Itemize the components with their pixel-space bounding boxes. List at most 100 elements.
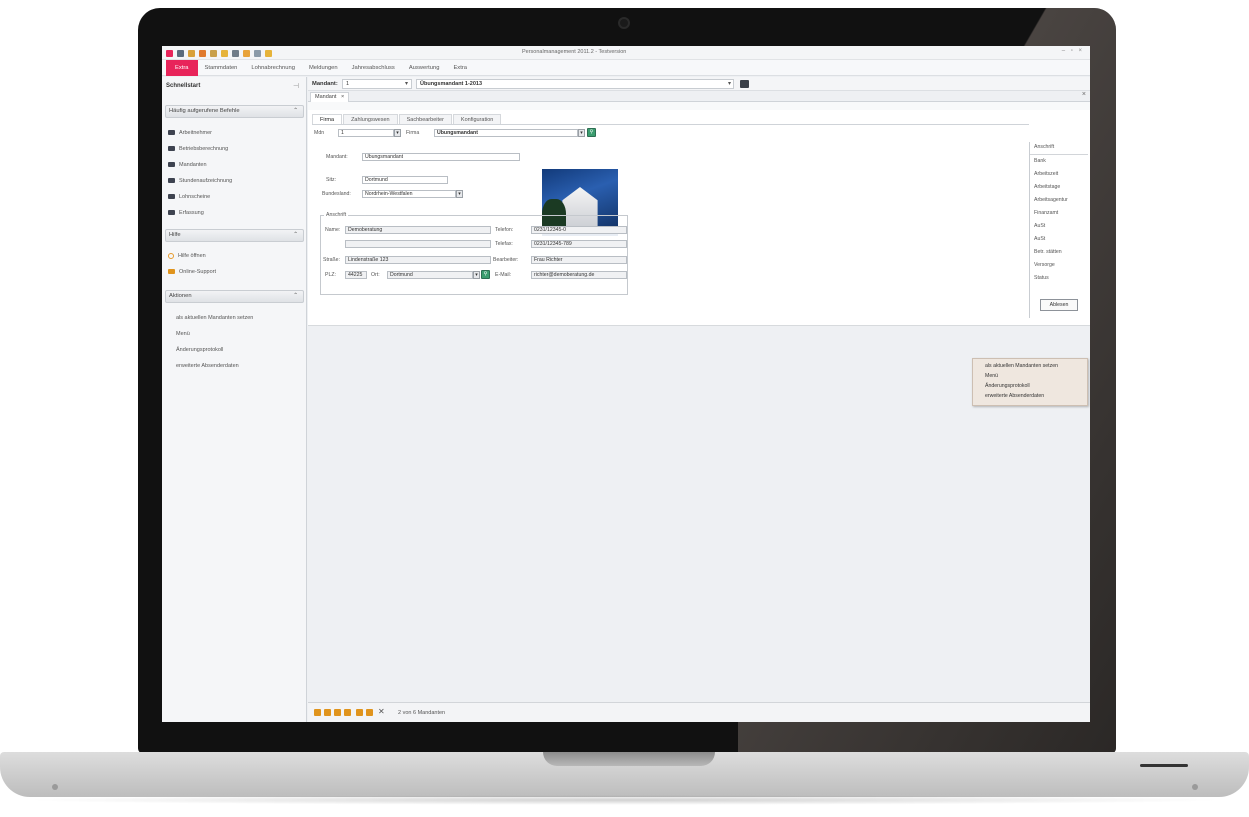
user-icon[interactable]: [177, 49, 184, 57]
print-icon[interactable]: [232, 49, 239, 57]
sidebar-group-frequent[interactable]: Häufig aufgerufene Befehle ⌃: [165, 105, 304, 118]
mandant-number-select[interactable]: 1: [342, 79, 412, 89]
mandant-field[interactable]: Übungsmandant: [362, 153, 520, 161]
sidebar-action-changelog[interactable]: Änderungsprotokoll: [176, 345, 304, 356]
edit-icon[interactable]: [210, 49, 217, 57]
tab-close-icon[interactable]: ×: [341, 94, 344, 100]
chevron-down-icon[interactable]: ▾: [456, 190, 463, 198]
sidebar-group-help[interactable]: Hilfe ⌃: [165, 229, 304, 242]
app-icon[interactable]: [166, 49, 173, 57]
telefax-field[interactable]: 0231/12345-789: [531, 240, 627, 248]
sidebar-item-lohnscheine[interactable]: Lohnscheine: [168, 192, 303, 203]
name2-field[interactable]: [345, 240, 491, 248]
section-item-arbeitszeit[interactable]: Arbeitszeit: [1034, 169, 1058, 180]
ablesen-button[interactable]: Ablesen: [1040, 299, 1078, 311]
tab-firma[interactable]: Firma: [312, 114, 343, 124]
window-controls[interactable]: – ▫ ×: [1062, 48, 1084, 54]
menu-meldungen[interactable]: Meldungen: [302, 60, 345, 76]
context-item-sender-data[interactable]: erweiterte Absenderdaten: [985, 391, 1044, 401]
sidebar-item-erfassung[interactable]: Erfassung: [168, 208, 303, 219]
tab-konfiguration[interactable]: Konfiguration: [452, 114, 502, 124]
bearbeiter-field[interactable]: Frau Richter: [531, 256, 627, 264]
context-item-menu[interactable]: Menü: [985, 371, 998, 381]
add-record-icon[interactable]: [356, 709, 363, 716]
ort-select[interactable]: Dortmund: [387, 271, 473, 279]
telefon-field[interactable]: 0231/12345-0: [531, 226, 627, 234]
context-item-set-current[interactable]: als aktuellen Mandanten setzen: [985, 361, 1058, 371]
first-record-icon[interactable]: [314, 709, 321, 716]
folder-icon: [168, 178, 175, 184]
menu-jahresabschluss[interactable]: Jahresabschluss: [345, 60, 402, 76]
email-label: E-Mail:: [495, 272, 512, 278]
tab-zahlungswesen[interactable]: Zahlungswesen: [343, 114, 398, 124]
menu-lohnabrechnung[interactable]: Lohnabrechnung: [244, 60, 302, 76]
save-record-icon[interactable]: [366, 709, 373, 716]
chevron-down-icon[interactable]: ▾: [728, 80, 731, 87]
sidebar-item-label: Stundenaufzeichnung: [179, 178, 233, 184]
context-menu: als aktuellen Mandanten setzen Menü Ände…: [972, 358, 1088, 406]
section-item-arbeitsagentur[interactable]: Arbeitsagentur: [1034, 195, 1068, 206]
redo-icon[interactable]: [254, 49, 261, 57]
tab-mandant[interactable]: Mandant ×: [310, 92, 350, 102]
chevron-down-icon[interactable]: ▾: [405, 80, 408, 87]
mandant-toolbar: Mandant: 1 ▾ Übungsmandant 1-2013 ▾: [308, 77, 1090, 91]
section-item-status[interactable]: Status: [1034, 273, 1049, 284]
email-field[interactable]: richter@demoberatung.de: [531, 271, 627, 279]
plz-field[interactable]: 44225: [345, 271, 367, 279]
tab-sachbearbeiter[interactable]: Sachbearbeiter: [398, 114, 452, 124]
name-field[interactable]: Demoberatung: [345, 226, 491, 234]
menu-extra-2[interactable]: Extra: [446, 60, 474, 76]
menu-auswertung[interactable]: Auswertung: [402, 60, 447, 76]
next-record-icon[interactable]: [334, 709, 341, 716]
bundesland-select[interactable]: Nordrhein-Westfalen: [362, 190, 456, 198]
undo-icon[interactable]: [243, 49, 250, 57]
search-button[interactable]: ⚲: [481, 270, 490, 279]
strasse-field[interactable]: Lindenstraße 123: [345, 256, 491, 264]
section-item-finanzamt[interactable]: Finanzamt: [1034, 208, 1058, 219]
refresh-icon[interactable]: [199, 49, 206, 57]
close-icon[interactable]: ×: [1082, 91, 1086, 98]
lock-icon[interactable]: [221, 49, 228, 57]
sidebar-item-support[interactable]: Online-Support: [168, 267, 303, 278]
sidebar-item-betrieb[interactable]: Betriebsberechnung: [168, 144, 303, 155]
last-record-icon[interactable]: [344, 709, 351, 716]
pin-icon[interactable]: ⊣: [293, 82, 299, 90]
firma-select[interactable]: Übungsmandant: [434, 129, 578, 137]
quick-access-toolbar: [166, 48, 272, 58]
sidebar-item-help-open[interactable]: Hilfe öffnen: [168, 251, 303, 262]
section-item-arbeitstage[interactable]: Arbeitstage: [1034, 182, 1060, 193]
sidebar-action-sender-data[interactable]: erweiterte Absenderdaten: [176, 361, 304, 372]
mandant-name-select[interactable]: Übungsmandant 1-2013: [416, 79, 734, 89]
chevron-up-icon[interactable]: ⌃: [293, 106, 298, 117]
mdn-select[interactable]: 1: [338, 129, 394, 137]
chevron-down-icon[interactable]: ▾: [578, 129, 585, 137]
chevron-down-icon[interactable]: ▾: [394, 129, 401, 137]
sidebar-item-arbeitnehmer[interactable]: Arbeitnehmer: [168, 128, 303, 139]
sidebar-action-menu[interactable]: Menü: [176, 329, 304, 340]
chevron-down-icon[interactable]: ▾: [473, 271, 480, 279]
sidebar-title: Schnellstart: [166, 83, 201, 89]
chevron-up-icon[interactable]: ⌃: [293, 291, 298, 302]
chevron-up-icon[interactable]: ⌃: [293, 230, 298, 241]
section-item-versorge[interactable]: Versorge: [1034, 260, 1055, 271]
section-item-betriebsstaetten[interactable]: Betr. stätten: [1034, 247, 1062, 258]
menu-stammdaten[interactable]: Stammdaten: [198, 60, 245, 76]
webcam: [618, 17, 630, 29]
document-tabs: Mandant × ×: [308, 91, 1090, 102]
sidebar-item-stunden[interactable]: Stundenaufzeichnung: [168, 176, 303, 187]
settings-icon[interactable]: [265, 49, 272, 57]
sitz-field[interactable]: Dortmund: [362, 176, 448, 184]
previous-record-icon[interactable]: [324, 709, 331, 716]
section-item-aust-2[interactable]: AuSt: [1034, 234, 1045, 245]
sidebar-group-actions[interactable]: Aktionen ⌃: [165, 290, 304, 303]
menu-extra[interactable]: Extra: [166, 59, 198, 76]
folder-open-icon[interactable]: [740, 80, 749, 88]
delete-record-icon[interactable]: ✕: [378, 707, 385, 716]
sidebar-action-set-current[interactable]: als aktuellen Mandanten setzen: [176, 313, 304, 324]
sidebar-item-mandanten[interactable]: Mandanten: [168, 160, 303, 171]
section-item-bank[interactable]: Bank: [1034, 156, 1046, 167]
section-item-aust[interactable]: AuSt: [1034, 221, 1045, 232]
folder-icon[interactable]: [188, 49, 195, 57]
context-item-changelog[interactable]: Änderungsprotokoll: [985, 381, 1030, 391]
search-button[interactable]: ⚲: [587, 128, 596, 137]
